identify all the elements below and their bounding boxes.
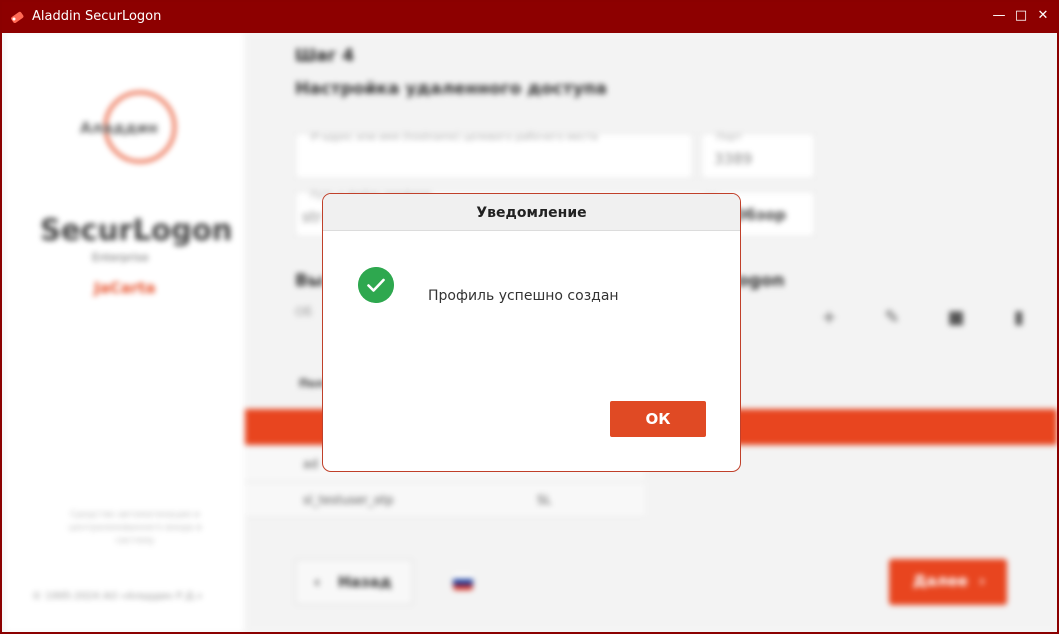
jacarta-link[interactable]: JaCarta xyxy=(94,279,156,297)
edit-icon[interactable]: ✎ xyxy=(882,307,902,329)
port-field[interactable]: Порт 3389 xyxy=(701,132,815,179)
title-bar[interactable]: Aladdin SecurLogon — □ ✕ xyxy=(2,2,1057,33)
table-row[interactable]: sl_testuser_otp SL xyxy=(245,483,645,518)
add-icon[interactable]: + xyxy=(819,307,839,329)
back-button-label: Назад xyxy=(338,573,392,591)
sidebar-note: Средство автоматизации и централизованно… xyxy=(68,510,202,546)
delete-icon[interactable]: ■ xyxy=(946,307,966,329)
back-button[interactable]: ‹ Назад xyxy=(295,559,413,605)
sidebar: Аладдин SecurLogon Enterprise JaCarta Ср… xyxy=(6,33,244,632)
token-icon[interactable]: ▮ xyxy=(1009,307,1029,329)
host-field[interactable]: IP-адрес или имя (hostname) целевого раб… xyxy=(295,132,693,179)
maximize-icon[interactable]: □ xyxy=(1013,8,1029,24)
dialog-message: Профиль успешно создан xyxy=(428,288,619,304)
profile-path-value: str xyxy=(302,208,322,226)
section2-title-tail: ogon xyxy=(737,271,785,291)
chevron-left-icon: ‹ xyxy=(314,573,321,591)
section-title: Настройка удаленного доступа xyxy=(295,79,607,99)
table-header: Пол xyxy=(299,377,324,390)
dialog-title: Уведомление xyxy=(476,205,587,221)
row-type: SL xyxy=(537,493,552,507)
notification-dialog: Уведомление Профиль успешно создан ОК xyxy=(322,193,741,472)
language-flag-icon[interactable] xyxy=(453,574,473,590)
next-button-label: Далее xyxy=(913,572,968,590)
copyright: © 1995-2024 АО «Аладдин Р.Д.» xyxy=(32,591,203,602)
close-icon[interactable]: ✕ xyxy=(1035,8,1051,24)
minimize-icon[interactable]: — xyxy=(991,8,1007,24)
next-button[interactable]: Далее › xyxy=(889,559,1007,605)
chevron-right-icon: › xyxy=(979,572,986,590)
section2-title: Вы xyxy=(295,271,324,291)
step-label: Шаг 4 xyxy=(295,46,355,66)
row-name: ad xyxy=(303,457,318,471)
brand-name: SecurLogon xyxy=(40,213,233,247)
window-title: Aladdin SecurLogon xyxy=(32,9,162,24)
ok-button[interactable]: ОК xyxy=(610,401,706,437)
section2-subtitle: Об xyxy=(295,305,312,319)
port-field-value: 3389 xyxy=(714,150,753,168)
brand-edition: Enterprise xyxy=(92,251,149,264)
host-field-label: IP-адрес или имя (hostname) целевого раб… xyxy=(310,132,598,143)
app-logo-icon xyxy=(11,11,24,23)
logo-text: Аладдин xyxy=(80,119,158,137)
row-name: sl_testuser_otp xyxy=(303,493,394,507)
app-window: Aladdin SecurLogon — □ ✕ Аладдин SecurLo… xyxy=(0,0,1059,634)
success-check-icon xyxy=(358,267,394,303)
port-field-label: Порт xyxy=(716,132,742,143)
dialog-header[interactable]: Уведомление xyxy=(323,194,740,231)
